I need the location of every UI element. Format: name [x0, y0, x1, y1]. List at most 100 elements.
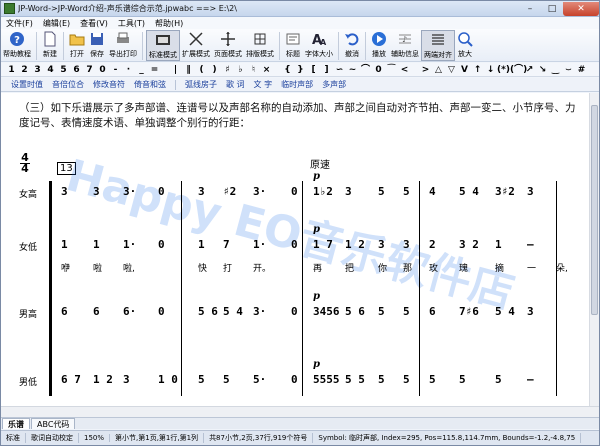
note[interactable]: 0 [291, 373, 298, 386]
note[interactable]: 3 [527, 185, 534, 198]
horizontal-scrollbar[interactable] [1, 406, 599, 417]
symbol-button[interactable]: △ [432, 64, 445, 76]
note[interactable]: 1 [495, 238, 502, 251]
note[interactable]: 0 [291, 185, 298, 198]
save-button[interactable]: 保存 [87, 30, 107, 61]
symbol-button[interactable]: ~ [346, 64, 359, 76]
note[interactable]: 3 [61, 185, 68, 198]
symbol-button[interactable]: ♭ [234, 64, 247, 76]
layout-mode-button[interactable]: 排版模式 [244, 30, 276, 61]
symbol-button[interactable]: 0 [96, 64, 109, 76]
menu-file[interactable]: 文件(F) [1, 18, 38, 29]
note[interactable]: 5 [459, 373, 466, 386]
font-size-button[interactable]: A A 字体大小 [303, 30, 335, 61]
note[interactable]: – [527, 238, 534, 251]
cmd-slur-volta[interactable]: 弧线房子 [185, 79, 217, 90]
symbol-button[interactable]: ♮ [247, 64, 260, 76]
menu-tools[interactable]: 工具(T) [113, 18, 150, 29]
open-button[interactable]: 打开 [67, 30, 87, 61]
symbol-button[interactable]: ) [208, 64, 221, 76]
cmd-edit-note[interactable]: 修改音符 [93, 79, 125, 90]
symbol-button[interactable]: ↘ [536, 64, 549, 76]
symbol-button[interactable]: ♯ [221, 64, 234, 76]
symbol-button[interactable]: { [281, 64, 294, 76]
symbol-button[interactable]: ( [195, 64, 208, 76]
note[interactable]: 3· [123, 185, 136, 198]
tab-abc-code[interactable]: ABC代码 [31, 418, 76, 429]
note[interactable]: 0 [291, 305, 298, 318]
note[interactable]: 5 [403, 185, 410, 198]
symbol-button[interactable]: ▽ [445, 64, 458, 76]
note[interactable]: 5 6 [198, 305, 218, 318]
note[interactable]: 5 [403, 373, 410, 386]
note[interactable]: 3 [198, 185, 205, 198]
note[interactable]: 3 [527, 305, 534, 318]
note[interactable]: 5 [378, 305, 385, 318]
note[interactable]: 3456 [313, 305, 340, 318]
symbol-button[interactable]: (⌒) [510, 64, 527, 76]
note[interactable]: 5 4 [459, 185, 479, 198]
cmd-grace-chord[interactable]: 倚音和弦 [134, 79, 166, 90]
note[interactable]: 3· [253, 185, 266, 198]
cmd-set-duration[interactable]: 设置时值 [11, 79, 43, 90]
symbol-button[interactable]: 1 [5, 64, 18, 76]
note[interactable]: 6 [429, 305, 436, 318]
cmd-octave-merge[interactable]: 音倍位合 [52, 79, 84, 90]
note[interactable]: 5 [495, 373, 502, 386]
symbol-button[interactable]: # [575, 64, 588, 76]
symbol-button[interactable]: V [458, 64, 471, 76]
symbol-button[interactable]: 4 [44, 64, 57, 76]
note[interactable]: 1♭2 [313, 185, 333, 198]
symbol-button[interactable]: > [419, 64, 432, 76]
note[interactable]: 3 [123, 373, 130, 386]
note[interactable]: 6 7 [61, 373, 81, 386]
note[interactable]: 5 6 [345, 305, 365, 318]
menu-view[interactable]: 查看(V) [75, 18, 113, 29]
note[interactable]: 6 [93, 305, 100, 318]
note[interactable]: 1 [61, 238, 68, 251]
symbol-button[interactable]: 3 [31, 64, 44, 76]
symbol-button[interactable]: } [294, 64, 307, 76]
symbol-button[interactable]: 7 [83, 64, 96, 76]
note[interactable]: 5 [223, 373, 230, 386]
symbol-button[interactable]: ↑ [471, 64, 484, 76]
cmd-text[interactable]: 文 字 [254, 79, 273, 90]
symbol-button[interactable]: < [398, 64, 411, 76]
symbol-button[interactable]: [ [307, 64, 320, 76]
note[interactable]: 3 [403, 238, 410, 251]
note[interactable]: 1· [123, 238, 136, 251]
symbol-button[interactable]: ↗ [523, 64, 536, 76]
note[interactable]: 1 [93, 238, 100, 251]
cmd-multi-voice[interactable]: 多声部 [322, 79, 346, 90]
cmd-lyrics[interactable]: 歌 词 [226, 79, 245, 90]
note[interactable]: 5 [403, 305, 410, 318]
symbol-button[interactable]: (*) [497, 64, 510, 76]
symbol-button[interactable]: ‖ [182, 64, 195, 76]
note[interactable]: 4 [429, 185, 436, 198]
note[interactable]: 3 [93, 185, 100, 198]
maximize-button[interactable]: □ [541, 2, 563, 16]
vertical-scrollbar[interactable] [589, 93, 599, 406]
page-mode-button[interactable]: 页面模式 [212, 30, 244, 61]
symbol-button[interactable]: | [169, 64, 182, 76]
note[interactable]: 1 2 [93, 373, 113, 386]
symbol-button[interactable]: ⌣ [562, 64, 575, 76]
tab-score[interactable]: 乐谱 [2, 418, 30, 429]
standard-mode-button[interactable]: 标准模式 [146, 30, 180, 61]
note[interactable]: 1 [198, 238, 205, 251]
symbol-button[interactable]: ↓ [484, 64, 497, 76]
symbol-button[interactable]: · [122, 64, 135, 76]
undo-button[interactable]: 撤消 [342, 30, 362, 61]
note[interactable]: 1 7 [313, 238, 333, 251]
note[interactable]: ♯2 [223, 185, 236, 198]
note[interactable]: 7 [223, 238, 230, 251]
close-button[interactable]: ✕ [563, 1, 599, 16]
note[interactable]: 0 [158, 305, 165, 318]
note[interactable]: 1· [253, 238, 266, 251]
note[interactable]: 1 0 [158, 373, 178, 386]
note[interactable]: 0 [291, 238, 298, 251]
note[interactable]: 1 2 [345, 238, 365, 251]
symbol-button[interactable]: 2 [18, 64, 31, 76]
symbol-button[interactable]: ⁀ [385, 64, 398, 76]
symbol-button[interactable]: 5 [57, 64, 70, 76]
